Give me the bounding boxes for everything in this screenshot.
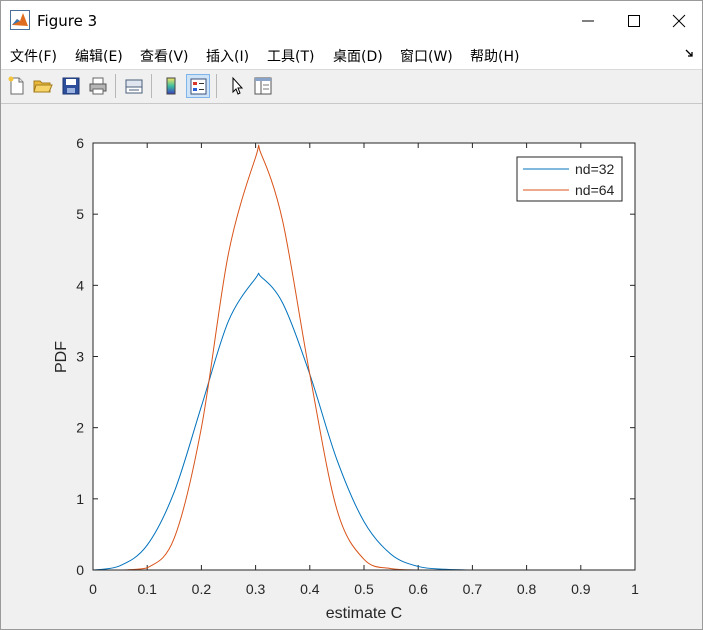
x-tick-label: 0.4 bbox=[300, 581, 320, 597]
x-tick-label: 0.6 bbox=[408, 581, 428, 597]
x-axis-label: estimate C bbox=[326, 605, 402, 622]
y-tick-label: 0 bbox=[76, 562, 84, 578]
x-tick-labels: 0 0.1 0.2 0.3 0.4 0.5 0.6 0.7 0.8 0.9 1 bbox=[89, 581, 639, 597]
y-tick-label: 1 bbox=[76, 491, 84, 507]
x-tick-label: 0.9 bbox=[571, 581, 591, 597]
figure-window: Figure 3 文件(F) 编辑(E) 查看(V) 插入(I) 工具(T) 桌… bbox=[0, 0, 703, 630]
y-tick-label: 5 bbox=[76, 206, 84, 222]
x-tick-label: 0.5 bbox=[354, 581, 374, 597]
x-tick-label: 1 bbox=[631, 581, 639, 597]
y-tick-label: 3 bbox=[76, 349, 84, 365]
x-tick-label: 0.7 bbox=[463, 581, 483, 597]
y-tick-label: 4 bbox=[76, 277, 84, 293]
axes-background bbox=[93, 143, 635, 570]
y-axis-label: PDF bbox=[53, 341, 70, 373]
x-tick-label: 0.1 bbox=[137, 581, 157, 597]
x-tick-label: 0.8 bbox=[517, 581, 537, 597]
figure-canvas: 0 0.1 0.2 0.3 0.4 0.5 0.6 0.7 0.8 0.9 1 0 1 2 3 4 5 6 es… bbox=[53, 135, 639, 622]
legend-label-nd32: nd=32 bbox=[575, 161, 615, 177]
legend-label-nd64: nd=64 bbox=[575, 182, 615, 198]
y-tick-labels: 0 1 2 3 4 5 6 bbox=[76, 135, 84, 578]
y-tick-label: 2 bbox=[76, 420, 84, 436]
legend[interactable]: nd=32 nd=64 bbox=[516, 156, 623, 202]
x-tick-label: 0.2 bbox=[192, 581, 212, 597]
x-tick-label: 0.3 bbox=[246, 581, 266, 597]
x-tick-label: 0 bbox=[89, 581, 97, 597]
y-tick-label: 6 bbox=[76, 135, 84, 151]
